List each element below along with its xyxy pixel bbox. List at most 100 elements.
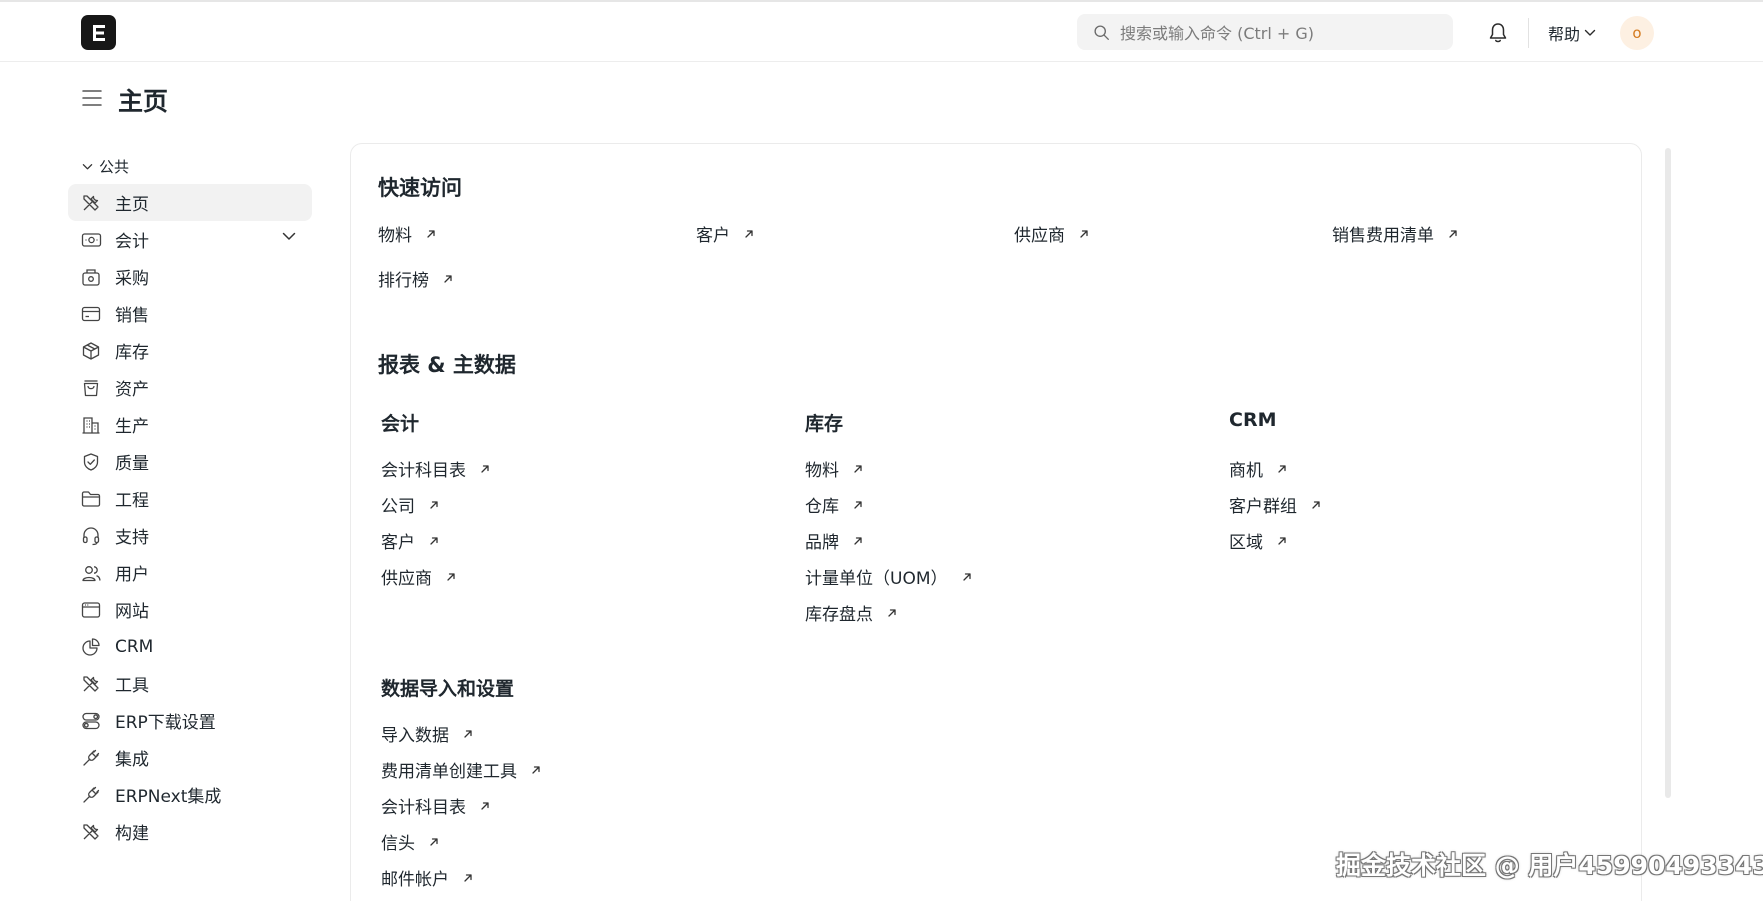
link-label: 公司: [381, 497, 415, 517]
link-label: 品牌: [805, 533, 839, 553]
scrollbar[interactable]: [1664, 148, 1672, 798]
sidebar-item-quality[interactable]: 质量: [68, 443, 312, 480]
sidebar-item-label: 工程: [115, 491, 149, 511]
link-item[interactable]: 物料: [805, 456, 863, 481]
sidebar-item-website[interactable]: 网站: [68, 591, 312, 628]
shortcut-item[interactable]: 物料: [378, 221, 436, 246]
sidebar-item-label: CRM: [115, 636, 154, 657]
shortcut-label: 销售费用清单: [1332, 226, 1434, 246]
folder-icon: [80, 488, 102, 510]
building-icon: [80, 414, 102, 436]
sidebar-item-label: 销售: [115, 306, 149, 326]
link-label: 费用清单创建工具: [381, 762, 517, 782]
sidebar-toggle-button[interactable]: [82, 89, 102, 107]
link-data-import[interactable]: 导入数据: [381, 721, 473, 746]
sidebar-item-build[interactable]: 构建: [68, 813, 312, 850]
arrow-up-right-icon: [962, 572, 971, 581]
sidebar-item-erpnext-integrations[interactable]: ERPNext集成: [68, 776, 312, 813]
link-brand[interactable]: 品牌: [805, 528, 863, 553]
link-uom[interactable]: 计量单位（UOM）: [805, 564, 972, 589]
arrow-up-right-icon: [854, 500, 862, 509]
link-label: 仓库: [805, 497, 839, 517]
chevron-down-icon[interactable]: [282, 232, 296, 241]
shortcut-leaderboard[interactable]: 排行榜: [378, 266, 453, 291]
link-letter-head[interactable]: 信头: [381, 829, 439, 854]
pie-chart-icon: [80, 636, 102, 658]
sidebar-section-label: 公共: [99, 158, 130, 176]
bag-icon: [80, 377, 102, 399]
arrow-up-right-icon: [464, 729, 472, 738]
sidebar-item-label: 用户: [115, 565, 149, 585]
card-title-stock: 库存: [805, 413, 844, 435]
help-dropdown[interactable]: 帮助: [1548, 21, 1596, 45]
sidebar-item-erp-download-settings[interactable]: ERP下载设置: [68, 702, 312, 739]
link-stock-reconciliation[interactable]: 库存盘点: [805, 600, 897, 625]
link-label: 计量单位（UOM）: [805, 569, 948, 589]
link-label: 供应商: [381, 569, 432, 589]
sidebar-item-users[interactable]: 用户: [68, 554, 312, 591]
watermark: 掘金技术社区 @ 用户459904933438: [1336, 851, 1763, 880]
shortcut-supplier[interactable]: 供应商: [1014, 221, 1089, 246]
sidebar-section-public[interactable]: 公共: [82, 156, 129, 177]
sidebar-item-label: 集成: [115, 750, 149, 770]
app-logo[interactable]: [81, 15, 116, 50]
shortcut-sales-invoice[interactable]: 销售费用清单: [1332, 221, 1458, 246]
sidebar-item-tools[interactable]: 工具: [68, 665, 312, 702]
shortcut-label: 客户: [696, 226, 730, 246]
sidebar-item-label: 工具: [115, 676, 149, 696]
arrow-up-right-icon: [745, 229, 753, 238]
arrow-up-right-icon: [888, 608, 896, 617]
sidebar-item-purchase[interactable]: 采购: [68, 258, 312, 295]
sidebar-item-label: ERP下载设置: [115, 713, 216, 733]
arrow-up-right-icon: [1449, 229, 1457, 238]
link-warehouse[interactable]: 仓库: [805, 492, 863, 517]
arrow-up-right-icon: [1312, 500, 1320, 509]
notifications-button[interactable]: [1488, 22, 1508, 44]
sidebar-item-integrations[interactable]: 集成: [68, 739, 312, 776]
link-chart-of-accounts-2[interactable]: 会计科目表: [381, 793, 490, 818]
arrow-up-right-icon: [430, 536, 438, 545]
sidebar-item-crm[interactable]: CRM: [68, 628, 312, 665]
sidebar-item-accounting[interactable]: 会计: [68, 221, 312, 258]
tools-icon: [80, 192, 102, 214]
sidebar-item-label: 网站: [115, 602, 149, 622]
link-label: 会计科目表: [381, 798, 466, 818]
shortcut-label: 物料: [378, 226, 412, 246]
workspace-card: [350, 143, 1642, 901]
users-icon: [80, 562, 102, 584]
link-opportunity[interactable]: 商机: [1229, 456, 1287, 481]
sidebar-item-home[interactable]: 主页: [68, 184, 312, 221]
link-supplier[interactable]: 供应商: [381, 564, 456, 589]
link-customer[interactable]: 客户: [381, 528, 439, 553]
scrollbar-thumb[interactable]: [1665, 148, 1671, 798]
sidebar-item-manufacturing[interactable]: 生产: [68, 406, 312, 443]
chevron-down-icon: [82, 163, 93, 169]
arrow-up-right-icon: [464, 873, 472, 882]
browser-icon: [80, 599, 102, 621]
link-customer-group[interactable]: 客户群组: [1229, 492, 1321, 517]
shortcut-label: 排行榜: [378, 271, 429, 291]
erpnext-logo-icon: [92, 24, 105, 41]
link-territory[interactable]: 区域: [1229, 528, 1287, 553]
tools-icon: [80, 673, 102, 695]
link-company[interactable]: 公司: [381, 492, 439, 517]
sidebar-item-assets[interactable]: 资产: [68, 369, 312, 406]
box-icon: [80, 340, 102, 362]
sidebar-item-stock[interactable]: 库存: [68, 332, 312, 369]
card-title-data-import: 数据导入和设置: [381, 678, 515, 700]
shortcut-customer[interactable]: 客户: [696, 221, 754, 246]
chevron-down-icon: [1584, 29, 1596, 36]
sidebar-item-sales[interactable]: 销售: [68, 295, 312, 332]
shield-icon: [80, 451, 102, 473]
sidebar-item-support[interactable]: 支持: [68, 517, 312, 554]
search-input[interactable]: 搜索或输入命令 (Ctrl + G): [1077, 14, 1453, 50]
link-label: 会计科目表: [381, 461, 466, 481]
user-avatar[interactable]: o: [1620, 16, 1654, 50]
navbar: 搜索或输入命令 (Ctrl + G) 帮助 o: [0, 2, 1763, 62]
link-invoice-creation-tool[interactable]: 费用清单创建工具: [381, 757, 541, 782]
search-placeholder: 搜索或输入命令 (Ctrl + G): [1120, 24, 1315, 43]
link-chart-of-accounts[interactable]: 会计科目表: [381, 456, 490, 481]
link-email-account[interactable]: 邮件帐户: [381, 865, 473, 890]
sidebar-item-projects[interactable]: 工程: [68, 480, 312, 517]
sidebar-item-label: ERPNext集成: [115, 787, 222, 807]
